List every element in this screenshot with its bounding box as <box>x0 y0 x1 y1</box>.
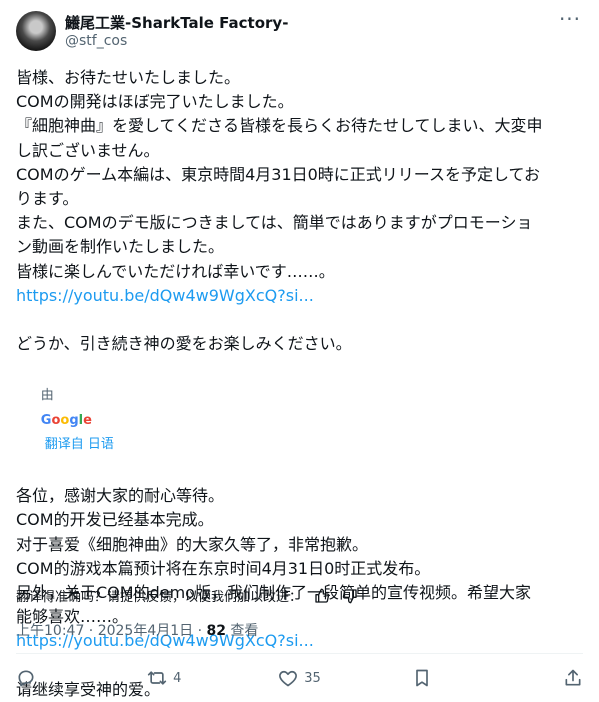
views-count: 82 <box>206 623 226 639</box>
tweet-card: 鱶尾工業-SharkTale Factory- @stf_cos ··· 皆様、… <box>0 0 599 701</box>
views-label: 查看 <box>225 623 259 639</box>
author-handle[interactable]: @stf_cos <box>65 33 127 49</box>
tweet-meta: 上午10:47 · 2025年4月1日 · 82 查看 <box>16 620 258 640</box>
original-line: 『細胞神曲』を愛してくださる皆様を長らくお待たせしてしまい、大変申 <box>16 116 543 136</box>
original-line: 皆様、お待たせいたしました。 <box>16 68 241 87</box>
original-line: ン動画を制作いたしました。 <box>16 237 225 257</box>
original-line: ります。 <box>16 189 79 209</box>
tweet-text: 皆様、お待たせいたしました。 COMの開発はほぼ完了いたしました。 『細胞神曲』… <box>16 66 586 702</box>
bookmark-icon <box>416 669 428 687</box>
like-button[interactable]: 35 <box>278 668 321 688</box>
reply-icon <box>18 670 34 687</box>
translated-line: COM的游戏本篇预计将在东京时间4月31日0时正式发布。 <box>16 558 431 578</box>
translation-attribution: 由 Google 翻译自 日语 <box>16 360 586 481</box>
retweet-icon <box>147 671 167 685</box>
original-line: COMのゲーム本編は、東京時間4月31日0時に正式リリースを予定してお <box>16 164 541 184</box>
translated-line: COM的开发已经基本完成。 <box>16 510 214 530</box>
share-button[interactable] <box>543 668 583 688</box>
translation-feedback: 翻译得准确吗？请提供反馈，以便我们加以改进： <box>16 586 358 605</box>
share-icon <box>565 669 581 686</box>
original-line: し訳ございません。 <box>16 140 160 160</box>
divider <box>16 653 583 654</box>
avatar[interactable] <box>16 11 56 51</box>
bookmark-button[interactable] <box>412 668 452 688</box>
reply-button[interactable] <box>16 668 56 688</box>
action-bar: 4 35 <box>16 664 583 692</box>
original-line: また、COMのデモ版につきましては、簡単ではありますがプロモーショ <box>16 213 533 233</box>
feedback-prompt: 翻译得准确吗？请提供反馈，以便我们加以改进： <box>16 590 303 605</box>
google-logo: Google <box>40 412 92 428</box>
translation-by: 由 <box>40 388 54 404</box>
more-icon[interactable]: ··· <box>557 9 583 34</box>
like-count: 35 <box>304 670 321 686</box>
translated-line: 对于喜爱《细胞神曲》的大家久等了，非常抱歉。 <box>16 534 369 554</box>
original-line: 皆様に楽しんでいただければ幸いです……。 <box>16 261 335 281</box>
original-line: COMの開発はほぼ完了いたしました。 <box>16 92 294 112</box>
thumbs-down-icon[interactable] <box>342 588 358 604</box>
original-closing: どうか、引き続き神の愛をお楽しみください。 <box>16 334 352 354</box>
translated-line: 各位，感谢大家的耐心等待。 <box>16 486 225 506</box>
like-icon <box>279 670 298 687</box>
retweet-button[interactable]: 4 <box>147 668 187 688</box>
translation-source-link[interactable]: 翻译自 日语 <box>45 437 114 452</box>
thumbs-up-icon[interactable] <box>314 588 330 604</box>
original-link[interactable]: https://youtu.be/dQw4w9WgXcQ?si... <box>16 284 586 308</box>
author-name[interactable]: 鱶尾工業-SharkTale Factory- <box>65 12 288 33</box>
retweet-count: 4 <box>173 670 182 686</box>
timestamp[interactable]: 上午10:47 · 2025年4月1日 · <box>16 623 207 639</box>
